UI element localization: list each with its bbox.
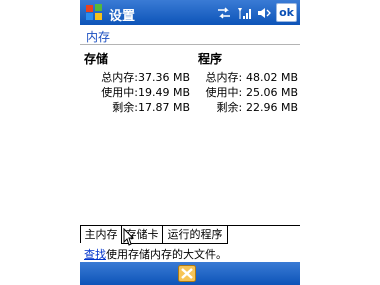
find-large-files-hint: 查找使用存储内存的大文件。 (84, 246, 227, 262)
row-value: 19.49 MB (138, 86, 191, 99)
row-value: 17.87 MB (138, 101, 191, 114)
row-label: 总内存: (205, 71, 243, 84)
sync-arrows-icon[interactable] (216, 5, 232, 21)
menu-bar (80, 262, 300, 285)
tab-running-programs[interactable]: 运行的程序 (162, 226, 228, 244)
storage-row-used: 使用中: 19.49 MB (84, 85, 192, 100)
hint-text: 使用存储内存的大文件。 (106, 248, 227, 261)
tab-bar: 主内存 存储卡 运行的程序 (80, 225, 300, 244)
find-link[interactable]: 查找 (84, 248, 106, 261)
program-column: 程序 总内存: 48.02 MB 使用中: 25.06 MB 剩余: 22.96… (198, 50, 298, 115)
keyboard-input-icon[interactable] (178, 265, 196, 282)
storage-column: 存储 总内存: 37.36 MB 使用中: 19.49 MB 剩余: 17.87… (84, 50, 192, 115)
divider (80, 44, 300, 45)
row-value: 48.02 MB (245, 71, 298, 84)
pocketpc-screen: 设置 ok 内存 存储 总内存: 37.36 MB 使用中: 19.49 MB … (80, 0, 300, 285)
tab-main-memory[interactable]: 主内存 (80, 226, 122, 243)
app-title: 设置 (109, 9, 136, 24)
storage-row-free: 剩余: 17.87 MB (84, 100, 192, 115)
program-row-free: 剩余: 22.96 MB (198, 100, 298, 115)
program-row-total: 总内存: 48.02 MB (198, 70, 298, 85)
status-icons: ok (216, 3, 297, 22)
row-label: 剩余: (112, 101, 138, 114)
row-label: 使用中: (205, 86, 243, 99)
windows-flag-icon[interactable] (84, 3, 104, 22)
signal-icon[interactable] (236, 5, 252, 21)
storage-row-total: 总内存: 37.36 MB (84, 70, 192, 85)
title-bar: 设置 ok (80, 0, 300, 25)
program-row-used: 使用中: 25.06 MB (198, 85, 298, 100)
row-value: 22.96 MB (245, 101, 298, 114)
ok-button[interactable]: ok (276, 3, 297, 22)
row-label: 剩余: (216, 101, 243, 114)
page-subtitle: 内存 (86, 30, 111, 44)
row-value: 37.36 MB (138, 71, 191, 84)
row-label: 使用中: (101, 86, 138, 99)
row-label: 总内存: (101, 71, 138, 84)
storage-header: 存储 (84, 52, 109, 66)
row-value: 25.06 MB (245, 86, 298, 99)
stylus-cursor-icon (123, 228, 135, 246)
program-header: 程序 (198, 52, 223, 66)
speaker-icon[interactable] (256, 5, 272, 21)
